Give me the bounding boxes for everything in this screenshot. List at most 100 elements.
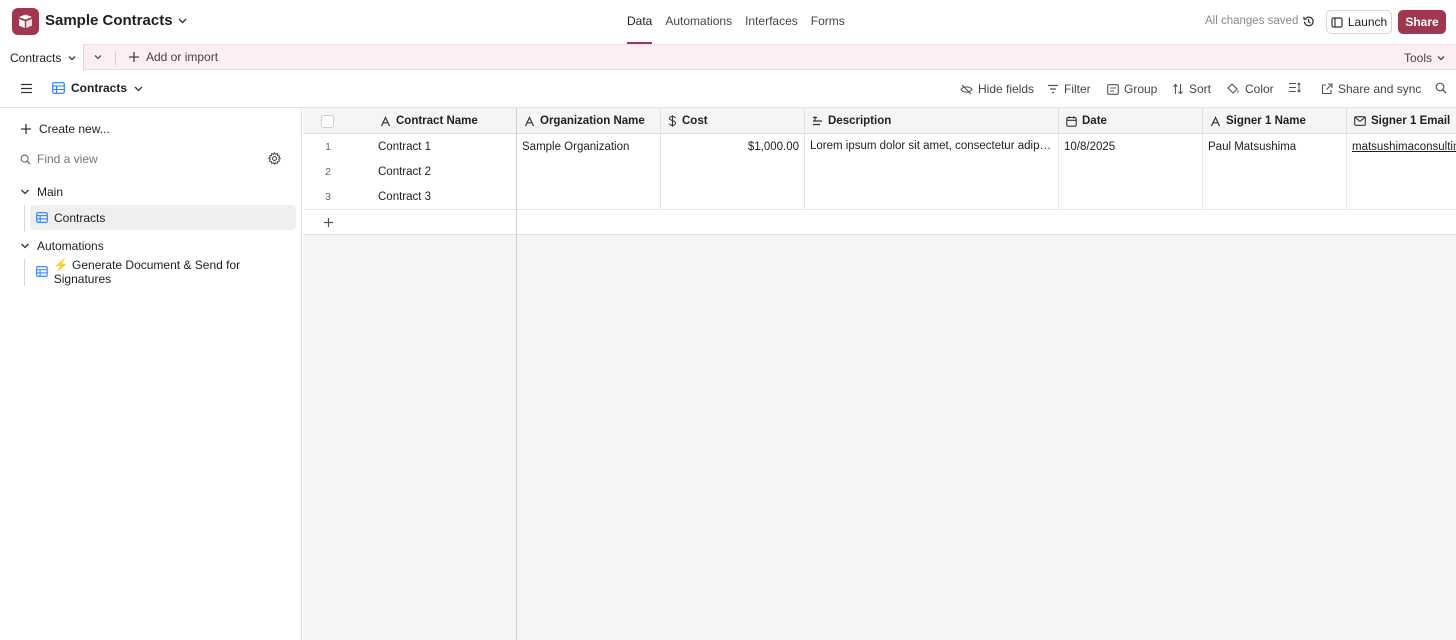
add-or-import-button[interactable]: Add or import	[128, 50, 218, 64]
filter-icon	[1048, 84, 1058, 94]
column-header-signer-1-name[interactable]: Signer 1 Name	[1203, 108, 1347, 134]
cell-cost[interactable]	[661, 159, 805, 184]
views-sidebar: Create new... Main Contracts Automations…	[0, 108, 302, 640]
cell-contract-name[interactable]: Contract 2	[373, 159, 517, 184]
cell-description[interactable]	[805, 184, 1059, 209]
gear-icon[interactable]	[268, 152, 281, 165]
nav-automations[interactable]: Automations	[665, 0, 732, 44]
tab-divider	[115, 51, 116, 65]
cell-signer-1-email[interactable]	[1347, 159, 1456, 184]
table-tab-label: Contracts	[10, 50, 62, 65]
grid-view-icon	[36, 212, 48, 223]
row-number: 1	[325, 140, 331, 153]
table-row[interactable]: 3 Contract 3	[303, 184, 1456, 210]
sort-label: Sort	[1189, 82, 1212, 96]
share-and-sync-button[interactable]: Share and sync	[1321, 82, 1421, 96]
sidebar-item-label: ⚡ Generate Document & Send for Signature…	[53, 257, 241, 286]
table-row[interactable]: 1 Contract 1 Sample Organization $1,000.…	[303, 134, 1456, 160]
cell-organization-name[interactable]: Sample Organization	[517, 134, 661, 159]
launch-icon	[1331, 16, 1343, 28]
find-view-search	[20, 152, 187, 166]
hide-fields-button[interactable]: Hide fields	[960, 82, 1034, 96]
select-all-checkbox[interactable]	[303, 108, 373, 134]
cell-date[interactable]	[1059, 159, 1203, 184]
launch-button[interactable]: Launch	[1326, 10, 1392, 34]
column-header-contract-name[interactable]: Contract Name	[373, 108, 517, 134]
sidebar-item-generate-document[interactable]: ⚡ Generate Document & Send for Signature…	[30, 257, 296, 286]
frozen-column-divider[interactable]	[516, 108, 517, 640]
sort-button[interactable]: Sort	[1172, 82, 1211, 96]
view-switcher[interactable]: Contracts	[52, 81, 144, 95]
email-icon	[1354, 116, 1366, 126]
grid-view-icon	[36, 266, 48, 277]
chevron-down-icon	[178, 18, 187, 24]
column-header-description[interactable]: Description	[805, 108, 1059, 134]
cell-signer-1-email[interactable]	[1347, 184, 1456, 209]
cell-contract-name[interactable]: Contract 1	[373, 134, 517, 159]
cell-date[interactable]: 10/8/2025	[1059, 134, 1203, 159]
text-icon	[524, 115, 535, 126]
section-main-guide	[24, 205, 25, 232]
cell-signer-1-email[interactable]: matsushimaconsulting	[1347, 134, 1456, 159]
hamburger-menu-icon[interactable]	[20, 83, 33, 94]
cell-description[interactable]	[805, 159, 1059, 184]
table-tab-contracts[interactable]: Contracts	[0, 44, 84, 71]
data-grid: Contract Name Organization Name Cost Des…	[303, 108, 1456, 640]
row-number: 3	[325, 190, 331, 203]
column-label: Organization Name	[540, 115, 645, 127]
history-icon[interactable]	[1302, 15, 1315, 28]
tables-menu-chevron-icon[interactable]	[92, 51, 104, 63]
tools-menu[interactable]: Tools	[1404, 51, 1446, 65]
text-icon	[380, 115, 391, 126]
cell-description[interactable]: Lorem ipsum dolor sit amet, consectetur …	[805, 134, 1059, 159]
color-button[interactable]: Color	[1227, 82, 1274, 96]
nav-forms[interactable]: Forms	[811, 0, 845, 44]
cell-organization-name[interactable]	[517, 159, 661, 184]
nav-interfaces[interactable]: Interfaces	[745, 0, 798, 44]
cell-contract-name[interactable]: Contract 3	[373, 184, 517, 209]
column-label: Date	[1082, 115, 1107, 127]
add-record-row[interactable]	[303, 210, 1456, 235]
share-sync-label: Share and sync	[1338, 82, 1422, 96]
row-height-icon[interactable]	[1288, 82, 1301, 93]
column-header-cost[interactable]: Cost	[661, 108, 805, 134]
chevron-down-icon	[134, 86, 143, 91]
search-icon[interactable]	[1435, 82, 1447, 94]
section-main[interactable]: Main	[20, 185, 63, 199]
top-bar: Sample Contracts Data Automations Interf…	[0, 0, 1456, 44]
text-icon	[1210, 115, 1221, 126]
sidebar-item-contracts[interactable]: Contracts	[30, 205, 296, 230]
base-name-dropdown[interactable]: Sample Contracts	[45, 12, 188, 29]
save-status: All changes saved	[1205, 15, 1299, 27]
column-label: Contract Name	[396, 115, 478, 127]
cell-organization-name[interactable]	[517, 184, 661, 209]
find-view-input[interactable]	[37, 152, 187, 166]
column-label: Cost	[682, 115, 708, 127]
plus-icon	[129, 52, 139, 62]
section-automations[interactable]: Automations	[20, 239, 104, 253]
table-row[interactable]: 2 Contract 2	[303, 159, 1456, 185]
filter-button[interactable]: Filter	[1047, 82, 1091, 96]
cell-cost[interactable]	[661, 184, 805, 209]
column-header-signer-1-email[interactable]: Signer 1 Email	[1347, 108, 1456, 134]
group-button[interactable]: Group	[1107, 82, 1157, 96]
cell-signer-1-name[interactable]	[1203, 184, 1347, 209]
column-label: Signer 1 Name	[1226, 115, 1306, 127]
cell-signer-1-name[interactable]	[1203, 159, 1347, 184]
calendar-icon	[1066, 115, 1077, 127]
view-name: Contracts	[71, 81, 128, 95]
chevron-down-icon	[68, 55, 76, 60]
table-tab-bar: Contracts Add or import Tools	[0, 44, 1456, 71]
add-import-label: Add or import	[146, 50, 219, 64]
nav-data[interactable]: Data	[627, 0, 653, 44]
plus-icon	[21, 124, 31, 134]
cell-signer-1-name[interactable]: Paul Matsushima	[1203, 134, 1347, 159]
column-header-date[interactable]: Date	[1059, 108, 1203, 134]
share-button[interactable]: Share	[1398, 10, 1446, 34]
base-logo-icon[interactable]	[12, 8, 39, 35]
cell-date[interactable]	[1059, 184, 1203, 209]
section-main-label: Main	[37, 185, 64, 199]
cell-cost[interactable]: $1,000.00	[661, 134, 805, 159]
column-header-organization-name[interactable]: Organization Name	[517, 108, 661, 134]
create-new-view-button[interactable]: Create new...	[20, 122, 110, 136]
